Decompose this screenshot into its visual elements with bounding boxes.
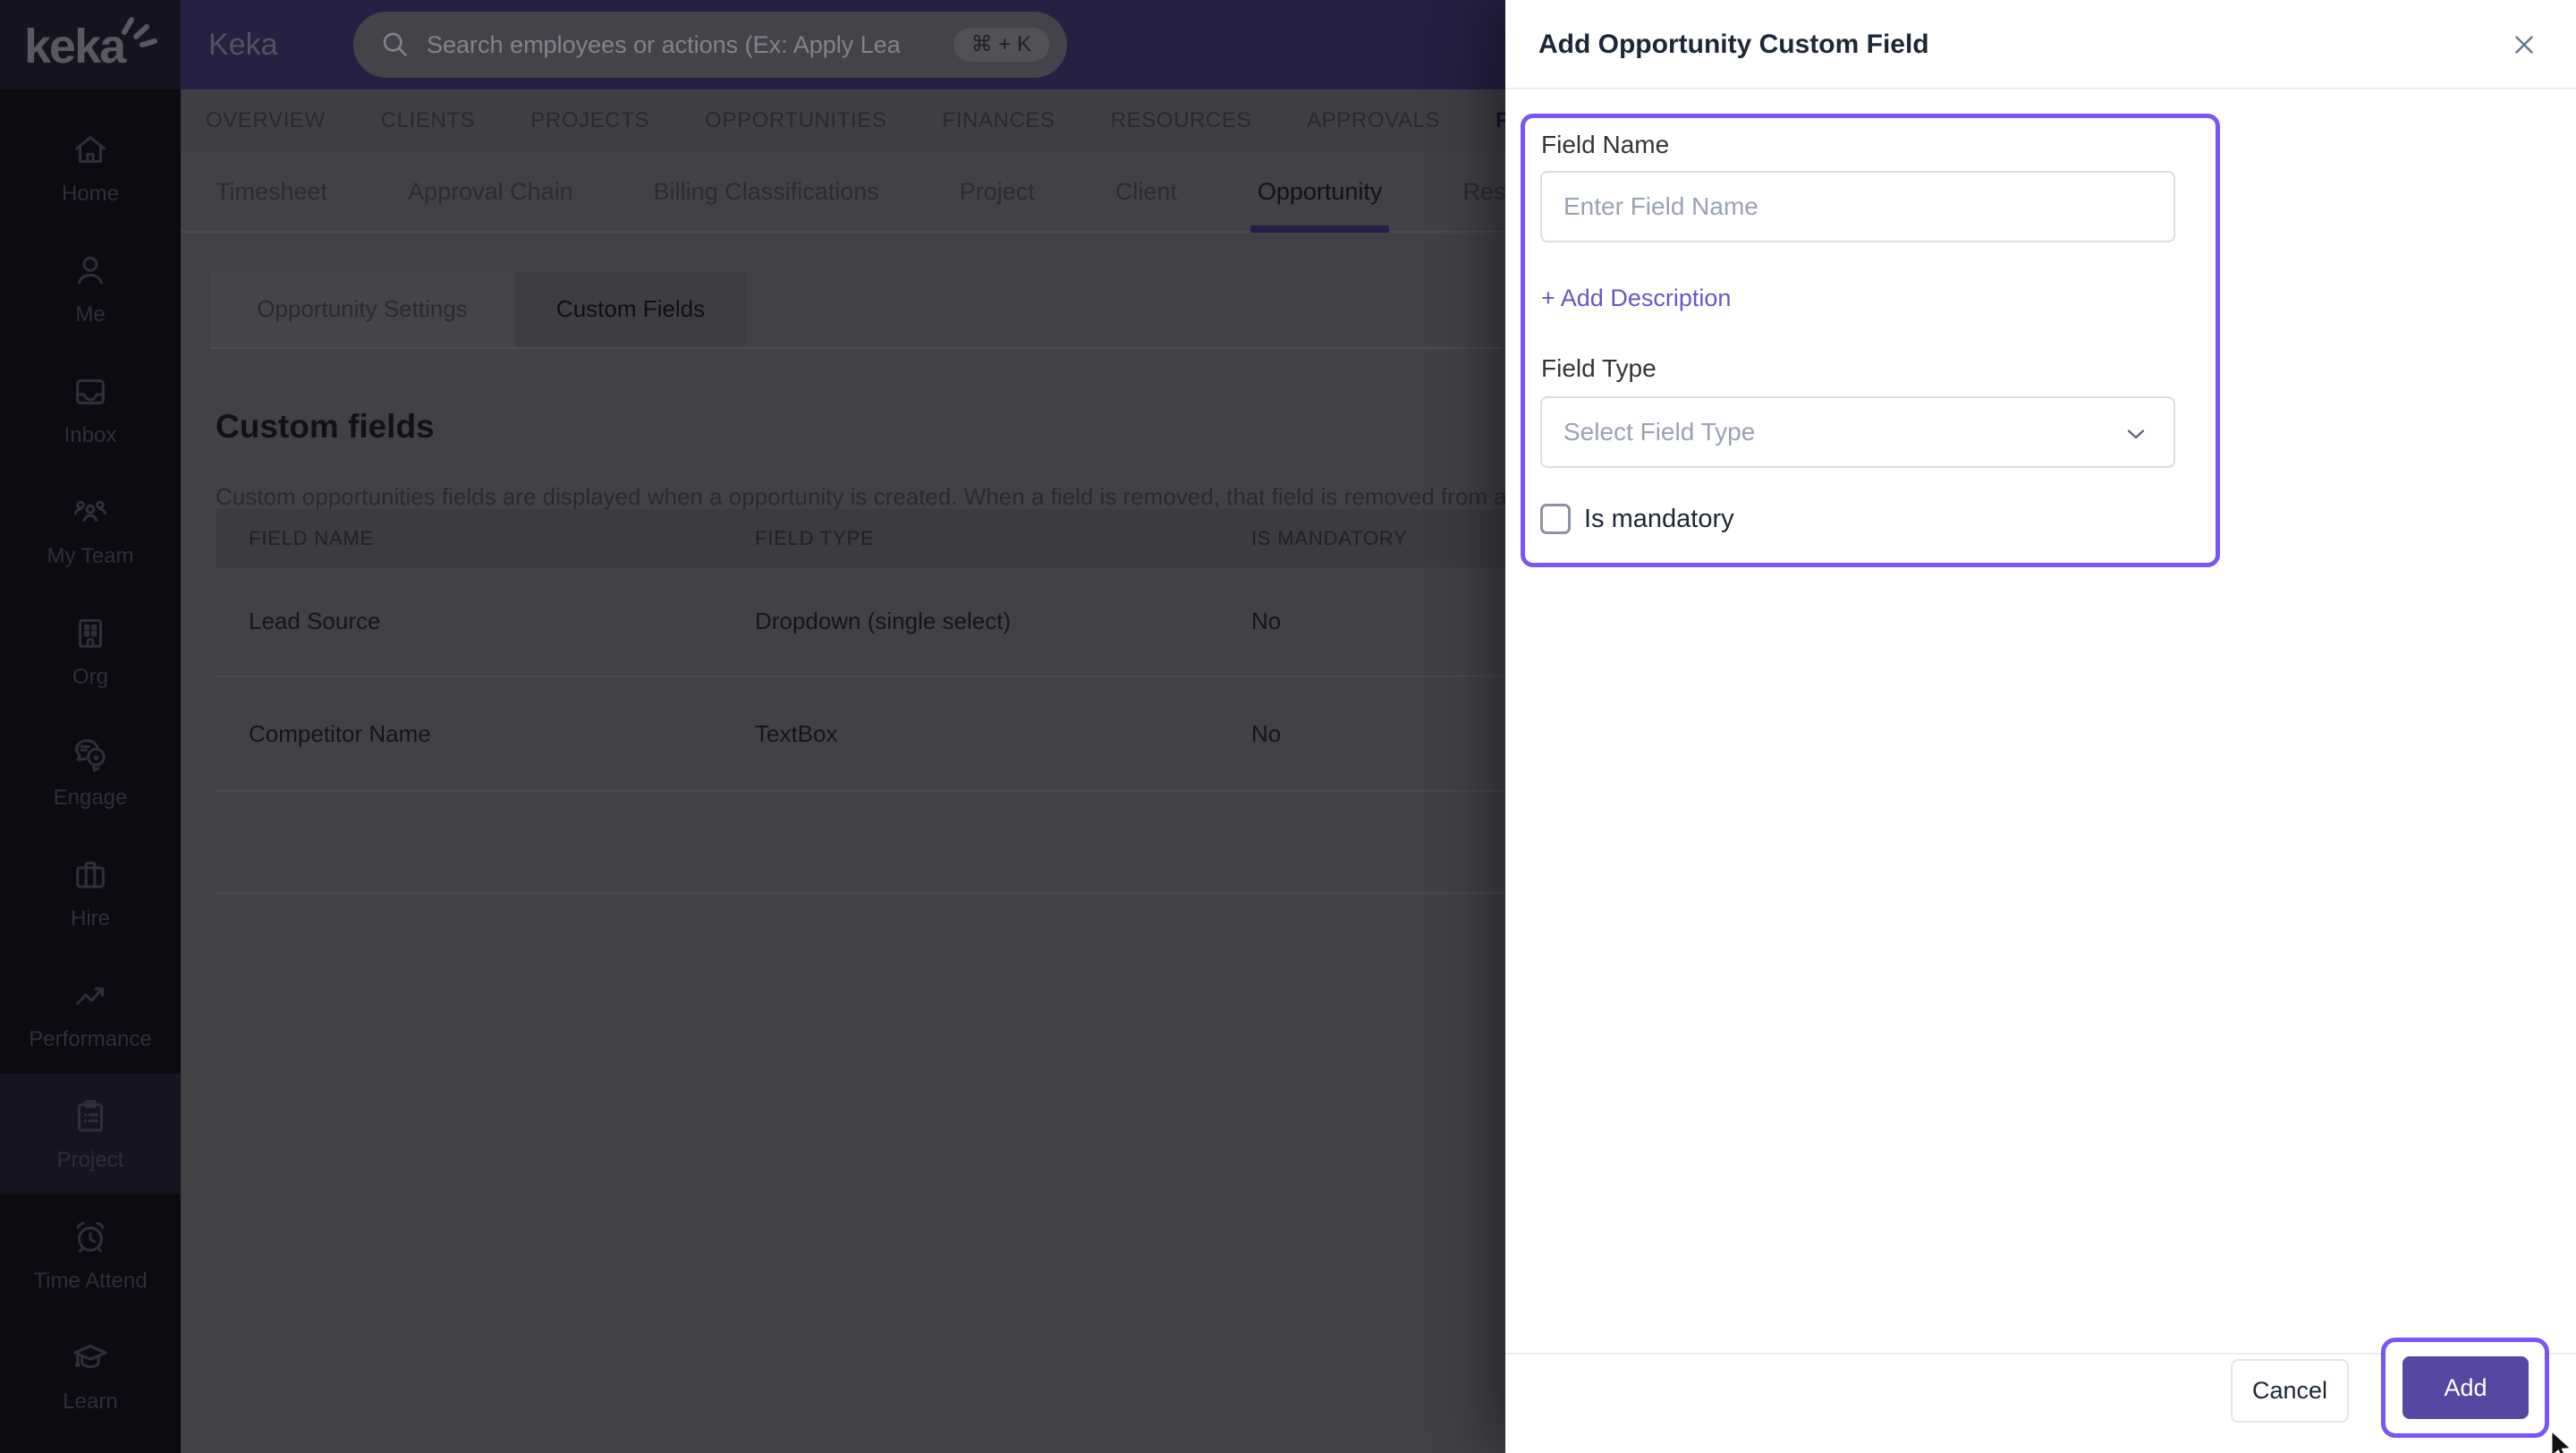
sidebar-item-label: Inbox (64, 422, 117, 447)
tab-overview[interactable]: OVERVIEW (206, 108, 326, 133)
cancel-button[interactable]: Cancel (2231, 1359, 2349, 1423)
sidebar-nav: Home Me Inbox My Team Org Engage Hire Pe… (0, 89, 181, 1453)
workspace-name: Keka (208, 28, 278, 62)
sidebar-item-label: Me (75, 302, 106, 327)
sidebar-item-me[interactable]: Me (0, 228, 181, 349)
tab-custom-fields[interactable]: Custom Fields (514, 271, 747, 347)
briefcase-icon (76, 861, 105, 888)
graduation-cap-icon (73, 1344, 107, 1368)
field-name-input[interactable] (1540, 171, 2175, 242)
alarm-clock-icon (76, 1221, 105, 1253)
app-root: keka Keka ⌘ + K Home (0, 0, 2576, 1453)
team-icon (73, 500, 107, 522)
tab-projects[interactable]: PROJECTS (530, 108, 649, 133)
keka-logo-icon: keka (24, 17, 157, 73)
trend-up-icon (76, 987, 104, 1005)
subtab-billing-classifications[interactable]: Billing Classifications (654, 152, 879, 231)
sidebar-item-my-team[interactable]: My Team (0, 470, 181, 591)
tab-opportunity-settings[interactable]: Opportunity Settings (210, 271, 514, 347)
cell-field-type: TextBox (755, 719, 838, 747)
add-custom-field-panel: Add Opportunity Custom Field Field Name … (1505, 0, 2576, 1453)
close-icon (2515, 36, 2533, 54)
sidebar-item-label: Org (72, 664, 108, 689)
sidebar-item-label: Performance (29, 1026, 152, 1051)
field-name-label: Field Name (1541, 131, 1670, 158)
sidebar-item-engage[interactable]: Engage (0, 711, 181, 832)
sidebar-item-org[interactable]: Org (0, 591, 181, 711)
search-icon (383, 32, 407, 56)
sidebar-item-performance[interactable]: Performance (0, 953, 181, 1074)
sidebar-item-time-attend[interactable]: Time Attend (0, 1194, 181, 1315)
cell-field-name: Competitor Name (249, 719, 431, 747)
tab-clients[interactable]: CLIENTS (381, 108, 476, 133)
sidebar-item-home[interactable]: Home (0, 107, 181, 228)
search-shortcut-badge: ⌘ + K (953, 28, 1049, 62)
keka-logo[interactable]: keka (0, 0, 181, 89)
field-type-select[interactable]: Select Field Type (1540, 396, 2175, 468)
sidebar-item-label: Time Attend (33, 1268, 148, 1293)
close-button[interactable] (2504, 25, 2544, 64)
chevron-down-icon (2127, 429, 2145, 439)
is-mandatory-label: Is mandatory (1584, 505, 1734, 533)
tab-approvals[interactable]: APPROVALS (1307, 108, 1440, 133)
sidebar-item-label: Learn (63, 1389, 118, 1414)
panel-header: Add Opportunity Custom Field (1505, 0, 2576, 89)
subtab-client[interactable]: Client (1115, 152, 1177, 231)
inbox-icon (76, 378, 105, 404)
field-type-placeholder: Select Field Type (1563, 418, 1756, 446)
subtab-timesheet[interactable]: Timesheet (216, 152, 327, 231)
sidebar-item-project[interactable]: Project (0, 1074, 181, 1194)
home-icon (75, 135, 106, 163)
tab-opportunities[interactable]: OPPORTUNITIES (705, 108, 886, 133)
sidebar-item-hire[interactable]: Hire (0, 832, 181, 953)
cell-field-name: Lead Source (249, 608, 381, 634)
add-button[interactable]: Add (2402, 1356, 2529, 1419)
tab-finances[interactable]: FINANCES (943, 108, 1055, 133)
building-icon (78, 618, 103, 648)
sidebar-item-learn[interactable]: Learn (0, 1315, 181, 1436)
column-header-field-type: FIELD TYPE (755, 526, 875, 549)
person-icon (78, 256, 103, 285)
mouse-cursor (2546, 1428, 2576, 1453)
column-header-field-name: FIELD NAME (249, 526, 375, 549)
panel-title: Add Opportunity Custom Field (1538, 30, 1929, 59)
field-type-label: Field Type (1541, 354, 1657, 382)
search-input[interactable] (427, 30, 901, 59)
page-title: Custom fields (216, 408, 435, 445)
subtab-project[interactable]: Project (960, 152, 1035, 231)
chat-icon (75, 738, 106, 772)
global-search[interactable]: ⌘ + K (353, 12, 1067, 78)
sidebar-item-label: Home (61, 181, 120, 206)
add-description-link[interactable]: + Add Description (1541, 285, 1731, 312)
clipboard-icon (78, 1100, 103, 1132)
sidebar-item-label: Engage (53, 785, 128, 810)
subtab-approval-chain[interactable]: Approval Chain (408, 152, 573, 231)
sidebar-item-inbox[interactable]: Inbox (0, 349, 181, 470)
page-description: Custom opportunities fields are displaye… (216, 483, 1702, 510)
sidebar-item-label: Project (56, 1147, 124, 1172)
svg-text:keka: keka (24, 20, 127, 73)
subtab-opportunity[interactable]: Opportunity (1250, 152, 1389, 233)
tab-resources[interactable]: RESOURCES (1111, 108, 1251, 133)
sidebar-item-label: My Team (47, 543, 134, 568)
sidebar-item-label: Hire (70, 905, 110, 930)
is-mandatory-checkbox[interactable] (1540, 504, 1571, 534)
cell-field-type: Dropdown (single select) (755, 608, 1012, 634)
